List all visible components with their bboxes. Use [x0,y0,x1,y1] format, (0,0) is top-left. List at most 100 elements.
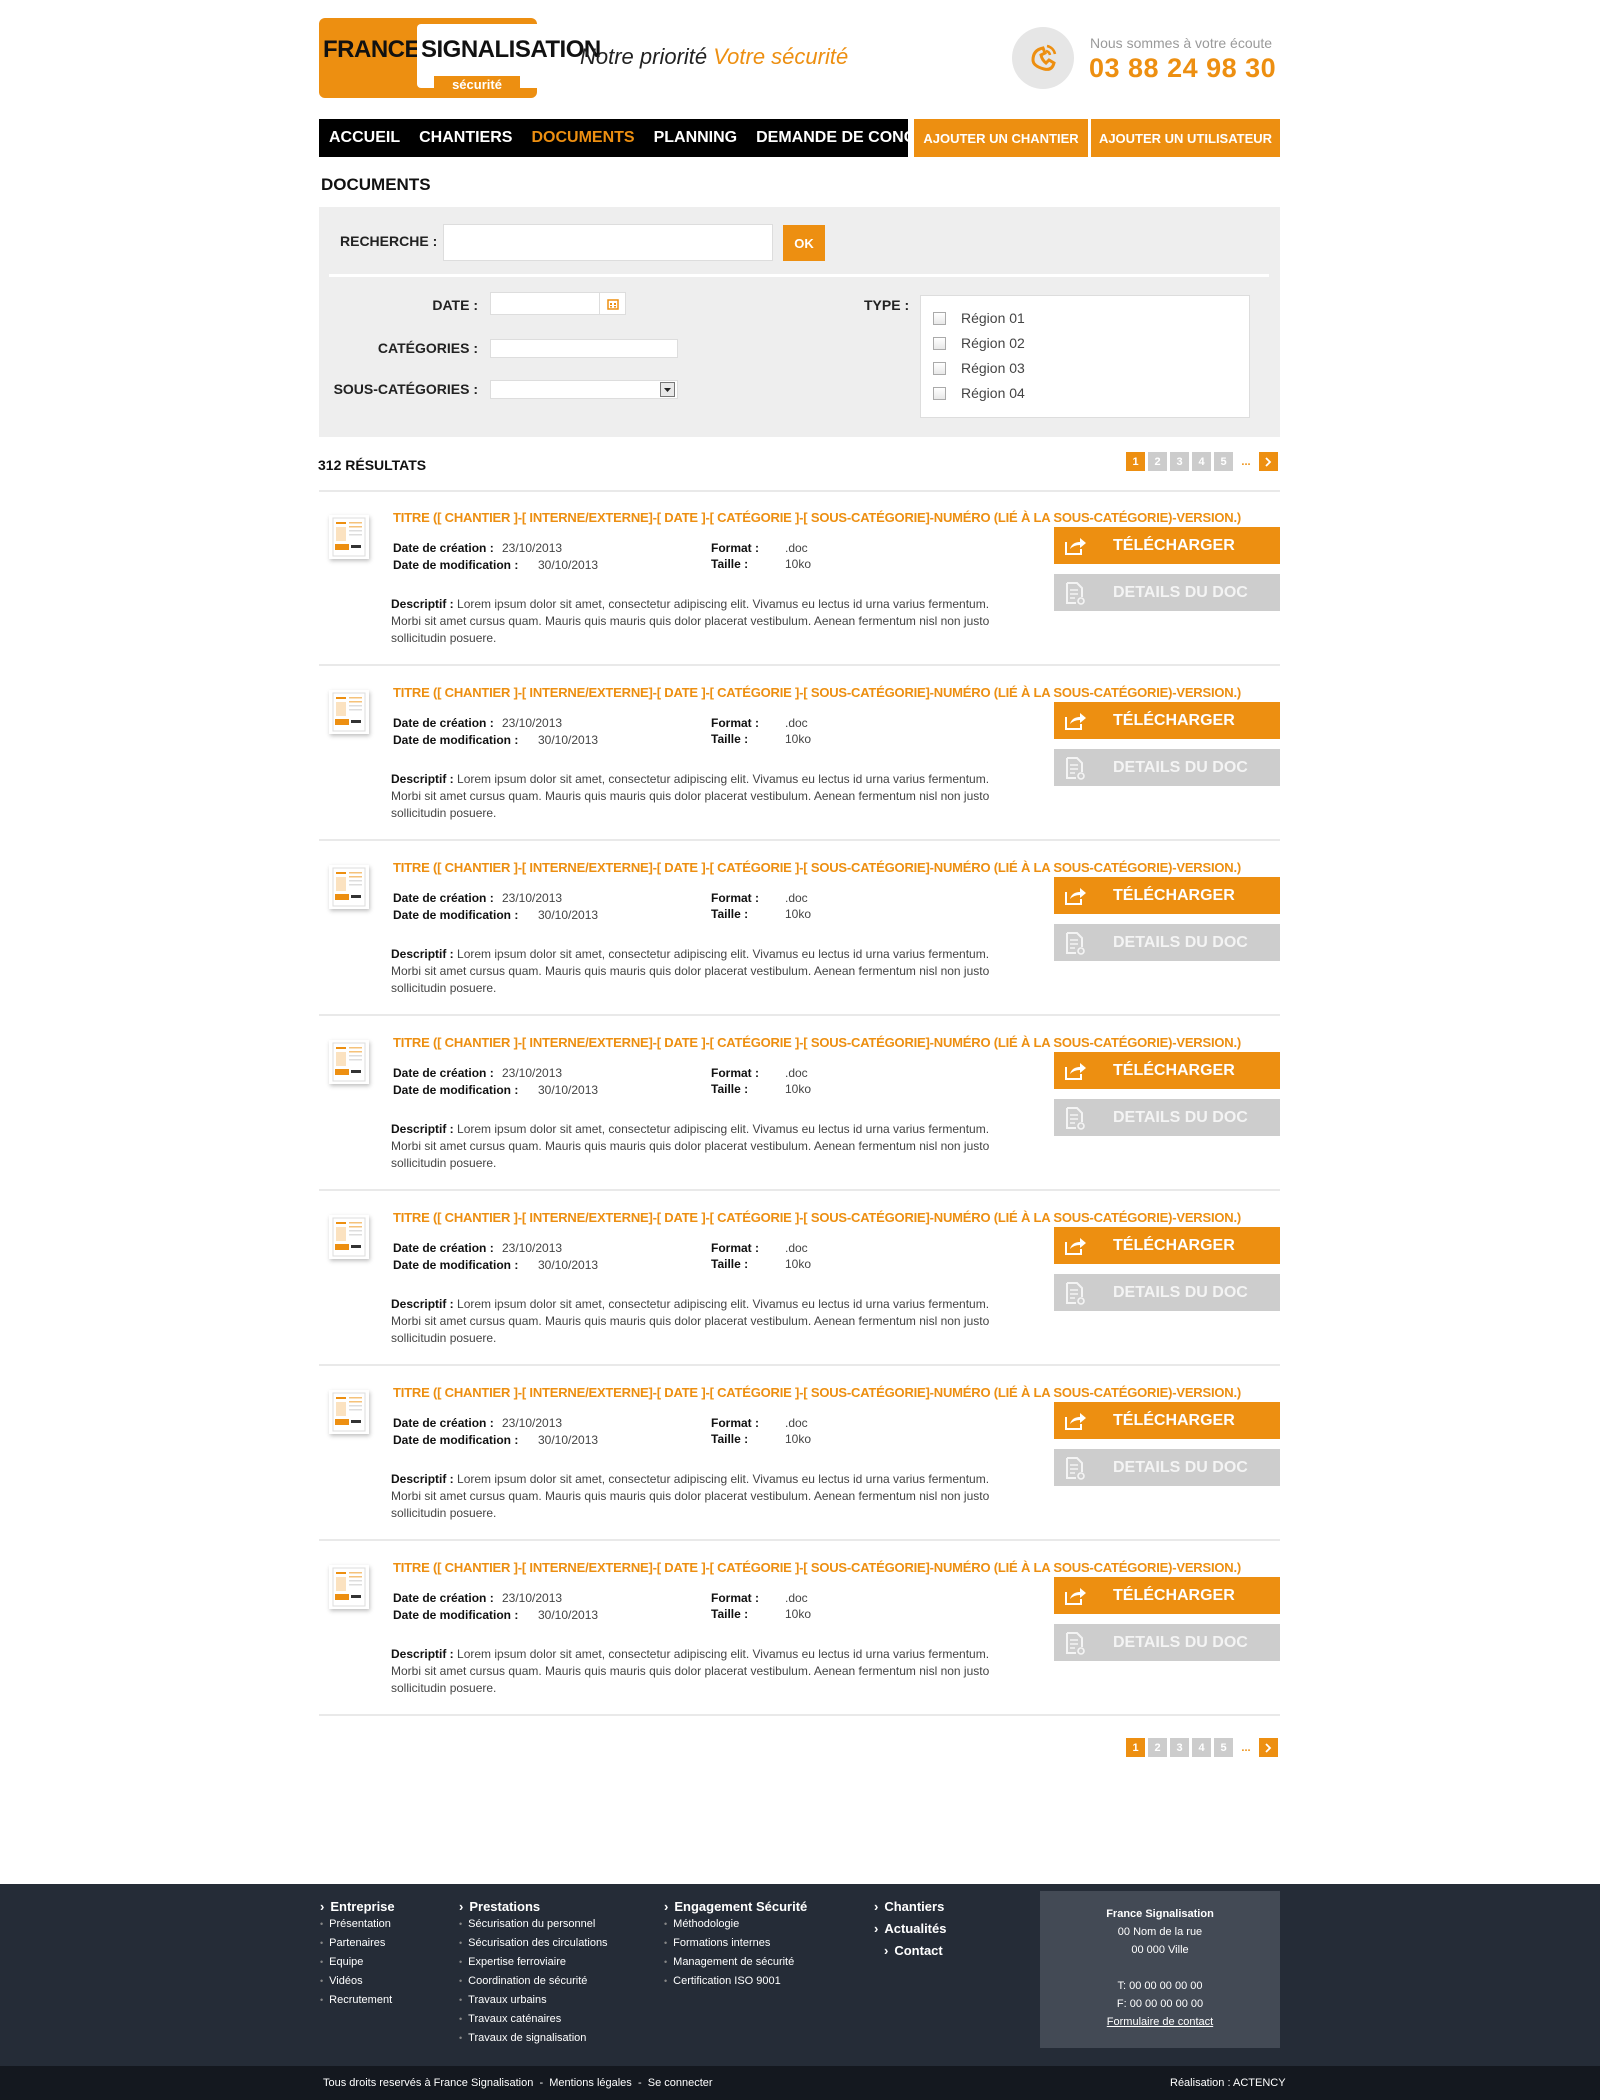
format-value: .doc [785,1241,808,1255]
categories-label: CATÉGORIES : [377,340,478,356]
page-4[interactable]: 4 [1192,452,1211,471]
document-item: TITRE ([ CHANTIER ]-[ INTERNE/EXTERNE]-[… [319,1192,1280,1367]
footer-link[interactable]: Vidéos [320,1975,395,1987]
checkbox[interactable] [933,336,946,350]
type-option-region-04[interactable]: Région 04 [933,385,1025,401]
details-button[interactable]: DETAILS DU DOC [1054,1274,1280,1311]
nav-item-accueil[interactable]: ACCUEIL [329,129,400,147]
footer-col-engagement: Engagement Sécurité Méthodologie Formati… [664,1899,807,1994]
details-button[interactable]: DETAILS DU DOC [1054,574,1280,611]
details-button[interactable]: DETAILS DU DOC [1054,749,1280,786]
ok-button[interactable]: OK [783,225,825,261]
size-label: Taille : [711,1082,749,1096]
footer-link[interactable]: Coordination de sécurité [459,1975,608,1987]
footer-heading[interactable]: Entreprise [320,1899,394,1914]
legal-link[interactable]: Mentions légales [549,2077,632,2089]
download-button[interactable]: TÉLÉCHARGER [1054,702,1280,739]
share-icon [1054,535,1096,557]
details-button[interactable]: DETAILS DU DOC [1054,1624,1280,1661]
checkbox[interactable] [933,361,946,375]
nav-item-documents[interactable]: DOCUMENTS [531,129,634,147]
divider [329,274,1269,277]
document-title[interactable]: TITRE ([ CHANTIER ]-[ INTERNE/EXTERNE]-[… [393,685,1241,700]
document-title[interactable]: TITRE ([ CHANTIER ]-[ INTERNE/EXTERNE]-[… [393,1560,1241,1575]
share-icon [1054,710,1096,732]
format-label: Format : [711,891,759,905]
download-button[interactable]: TÉLÉCHARGER [1054,1052,1280,1089]
document-title[interactable]: TITRE ([ CHANTIER ]-[ INTERNE/EXTERNE]-[… [393,860,1241,875]
phone-number[interactable]: 03 88 24 98 30 [1089,53,1276,84]
checkbox[interactable] [933,311,946,325]
download-button[interactable]: TÉLÉCHARGER [1054,1227,1280,1264]
footer-link[interactable]: Travaux caténaires [459,2013,608,2025]
footer-link[interactable]: Travaux de signalisation [459,2032,608,2044]
footer-link[interactable]: Présentation [320,1918,395,1930]
page-1[interactable]: 1 [1126,452,1145,471]
details-button[interactable]: DETAILS DU DOC [1054,1099,1280,1136]
footer-link[interactable]: Sécurisation des circulations [459,1937,607,1949]
categories-input[interactable] [490,339,678,358]
add-user-button[interactable]: AJOUTER UN UTILISATEUR [1091,119,1280,157]
footer-link[interactable]: Partenaires [320,1937,395,1949]
footer-link[interactable]: Management de sécurité [664,1956,807,1968]
subcategories-label: SOUS-CATÉGORIES : [333,381,478,397]
format-label: Format : [711,541,759,555]
footer-link[interactable]: Equipe [320,1956,395,1968]
footer-link[interactable]: Recrutement [320,1994,395,2006]
download-button[interactable]: TÉLÉCHARGER [1054,527,1280,564]
details-button[interactable]: DETAILS DU DOC [1054,1449,1280,1486]
page-4[interactable]: 4 [1192,1738,1211,1757]
document-title[interactable]: TITRE ([ CHANTIER ]-[ INTERNE/EXTERNE]-[… [393,1385,1241,1400]
footer-heading[interactable]: Actualités [874,1921,946,1936]
document-icon [329,1565,369,1609]
page-1[interactable]: 1 [1126,1738,1145,1757]
document-title[interactable]: TITRE ([ CHANTIER ]-[ INTERNE/EXTERNE]-[… [393,510,1241,525]
page-2[interactable]: 2 [1148,1738,1167,1757]
next-page-button[interactable] [1259,1738,1278,1757]
footer-link[interactable]: Méthodologie [664,1918,807,1930]
download-button[interactable]: TÉLÉCHARGER [1054,1577,1280,1614]
page-title: DOCUMENTS [321,175,431,194]
footer-link[interactable]: Certification ISO 9001 [664,1975,807,1987]
nav-item-planning[interactable]: PLANNING [654,129,738,147]
details-button[interactable]: DETAILS DU DOC [1054,924,1280,961]
page-3[interactable]: 3 [1170,1738,1189,1757]
subcategories-select[interactable] [490,380,678,399]
size-value: 10ko [785,907,812,921]
footer-heading-contact[interactable]: Contact [884,1943,946,1958]
date-field[interactable] [490,292,626,315]
credit-text[interactable]: Réalisation : ACTENCY [1170,2077,1286,2089]
document-title[interactable]: TITRE ([ CHANTIER ]-[ INTERNE/EXTERNE]-[… [393,1035,1241,1050]
type-option-region-02[interactable]: Région 02 [933,335,1025,351]
add-chantier-button[interactable]: AJOUTER UN CHANTIER [914,119,1088,157]
footer-heading[interactable]: Chantiers [874,1899,946,1914]
calendar-icon[interactable] [599,293,625,314]
footer-link[interactable]: Travaux urbains [459,1994,608,2006]
footer-link[interactable]: Expertise ferroviaire [459,1956,608,1968]
created-row: Date de création : [393,891,494,905]
footer-heading[interactable]: Prestations [459,1899,608,1914]
type-option-region-01[interactable]: Région 01 [933,310,1025,326]
nav-item-chantiers[interactable]: CHANTIERS [419,129,512,147]
login-link[interactable]: Se connecter [648,2077,713,2089]
contact-form-link[interactable]: Formulaire de contact [1040,2013,1280,2031]
footer-link[interactable]: Formations internes [664,1937,807,1949]
page-5[interactable]: 5 [1214,1738,1233,1757]
size-value: 10ko [785,1607,812,1621]
search-input[interactable] [443,224,773,261]
size-label: Taille : [711,907,749,921]
chevron-down-icon[interactable] [660,382,675,397]
page-5[interactable]: 5 [1214,452,1233,471]
next-page-button[interactable] [1259,452,1278,471]
page-2[interactable]: 2 [1148,452,1167,471]
footer-link[interactable]: Sécurisation du personnel [459,1918,608,1930]
footer-heading[interactable]: Engagement Sécurité [664,1899,807,1914]
type-option-region-03[interactable]: Région 03 [933,360,1025,376]
download-button[interactable]: TÉLÉCHARGER [1054,877,1280,914]
download-button[interactable]: TÉLÉCHARGER [1054,1402,1280,1439]
nav-item-demande-de-conge[interactable]: DEMANDE DE CONGÉ [756,129,927,147]
logo[interactable]: FRANCE SIGNALISATION sécurité [319,18,601,98]
checkbox[interactable] [933,386,946,400]
page-3[interactable]: 3 [1170,452,1189,471]
document-title[interactable]: TITRE ([ CHANTIER ]-[ INTERNE/EXTERNE]-[… [393,1210,1241,1225]
